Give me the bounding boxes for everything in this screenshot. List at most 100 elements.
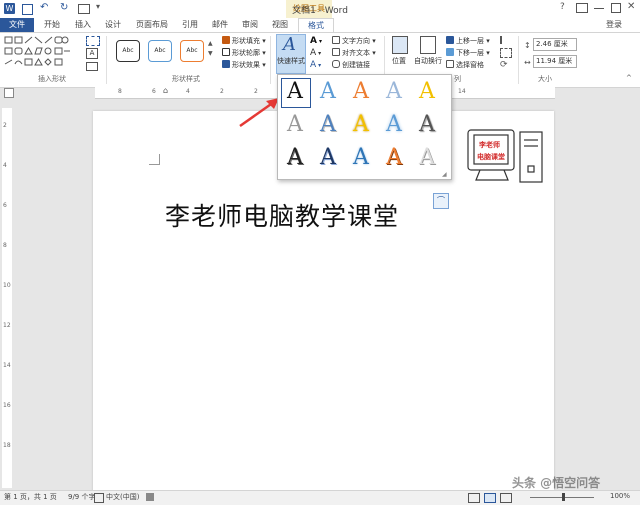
- word-app-icon: W: [4, 3, 15, 14]
- tab-view[interactable]: 视图: [268, 18, 292, 32]
- shape-effects-button[interactable]: 形状效果 ▾: [222, 60, 266, 70]
- bring-forward-icon: [446, 36, 454, 44]
- wordart-style-option[interactable]: A: [315, 78, 341, 106]
- view-read-icon[interactable]: [468, 493, 480, 503]
- help-icon[interactable]: ?: [560, 2, 565, 12]
- edit-shape-icon[interactable]: [86, 36, 100, 46]
- tab-file[interactable]: 文件: [0, 18, 34, 32]
- shape-effects-label: 形状效果: [232, 61, 260, 69]
- shape-merge-icon[interactable]: [86, 62, 98, 71]
- zoom-level[interactable]: 100%: [610, 492, 630, 500]
- align-text-label: 对齐文本: [342, 49, 370, 57]
- style-scroll-up-icon[interactable]: ▲: [208, 40, 213, 47]
- text-effects-icon[interactable]: A ▾: [310, 60, 321, 70]
- text-direction-button[interactable]: 文字方向 ▾: [332, 36, 376, 46]
- login-link[interactable]: 登录: [606, 19, 622, 30]
- send-backward-icon: [446, 48, 454, 56]
- wordart-style-option[interactable]: A: [282, 78, 308, 106]
- align-text-button[interactable]: 对齐文本 ▾: [332, 48, 376, 58]
- language[interactable]: 中文(中国): [106, 492, 139, 502]
- tab-layout[interactable]: 页面布局: [132, 18, 172, 32]
- wordart-style-option[interactable]: A: [282, 111, 308, 139]
- vruler-tick-label: 16: [3, 402, 11, 409]
- position-icon[interactable]: [392, 36, 408, 54]
- wordart-style-option[interactable]: A: [381, 111, 407, 139]
- text-fill-icon[interactable]: A ▾: [310, 36, 322, 46]
- proofing-icon[interactable]: [94, 493, 104, 503]
- create-link-button[interactable]: 创建链接: [332, 60, 370, 70]
- ruler-tick-label: 8: [118, 88, 122, 95]
- wordart-style-option[interactable]: A: [348, 144, 374, 172]
- ruler-corner-icon[interactable]: [4, 88, 14, 98]
- vruler-tick-label: 12: [3, 322, 11, 329]
- page-count[interactable]: 第 1 页，共 1 页: [4, 492, 57, 502]
- wordart-style-option[interactable]: A: [348, 78, 374, 106]
- maximize-icon[interactable]: [611, 3, 621, 13]
- vruler-tick-label: 2: [3, 122, 7, 129]
- macro-icon[interactable]: [146, 493, 154, 501]
- align-icon[interactable]: [500, 36, 512, 44]
- word-count[interactable]: 9/9 个字: [68, 492, 96, 502]
- zoom-slider-thumb[interactable]: [562, 493, 565, 501]
- close-icon[interactable]: ✕: [627, 1, 635, 12]
- more-icon[interactable]: ▾: [96, 2, 100, 11]
- style-scroll-down-icon[interactable]: ▼: [208, 50, 213, 57]
- selection-pane-button[interactable]: 选择窗格: [446, 60, 484, 70]
- link-icon: [332, 60, 340, 68]
- tab-insert[interactable]: 插入: [70, 18, 96, 32]
- wordart-style-option[interactable]: A: [381, 144, 407, 172]
- wordart-style-option[interactable]: A: [414, 78, 440, 106]
- wordart-style-option[interactable]: A: [414, 144, 440, 172]
- quick-styles-label: 快速样式: [277, 57, 305, 65]
- wrap-text-label: 自动换行: [414, 57, 442, 65]
- wordart-style-option[interactable]: A: [282, 144, 308, 172]
- shape-style-orange[interactable]: Abc: [180, 40, 204, 62]
- text-outline-icon[interactable]: A ▾: [310, 48, 321, 58]
- rotate-icon[interactable]: ⟳: [500, 60, 508, 70]
- redo-icon[interactable]: ↻: [60, 2, 68, 13]
- tab-design[interactable]: 设计: [100, 18, 126, 32]
- group-label-arrange: 列: [454, 75, 461, 83]
- tab-review[interactable]: 审阅: [238, 18, 262, 32]
- shape-style-blue[interactable]: Abc: [148, 40, 172, 62]
- vruler-tick-label: 6: [3, 202, 7, 209]
- tab-references[interactable]: 引用: [178, 18, 202, 32]
- wordart-style-option[interactable]: A: [414, 111, 440, 139]
- bring-forward-button[interactable]: 上移一层 ▾: [446, 36, 490, 46]
- layout-options-icon[interactable]: ⌒: [433, 193, 449, 209]
- vruler-tick-label: 8: [3, 242, 7, 249]
- width-field[interactable]: 11.94 厘米: [533, 55, 577, 68]
- minimize-icon[interactable]: [594, 8, 604, 9]
- ribbon-display-icon[interactable]: [576, 3, 588, 13]
- indent-marker-icon[interactable]: ⌂: [163, 86, 168, 95]
- wordart-style-option[interactable]: A: [315, 144, 341, 172]
- view-print-icon[interactable]: [484, 493, 496, 503]
- quick-print-icon[interactable]: [78, 4, 90, 14]
- group-icon[interactable]: [500, 48, 512, 58]
- undo-icon[interactable]: ↶: [40, 2, 48, 13]
- paint-bucket-icon: [222, 36, 230, 44]
- shape-fill-button[interactable]: 形状填充 ▾: [222, 36, 266, 46]
- gallery-resize-grip-icon[interactable]: ◢: [442, 171, 447, 178]
- group-separator: [106, 36, 107, 84]
- text-direction-label: 文字方向: [342, 37, 370, 45]
- shape-outline-label: 形状轮廓: [232, 49, 260, 57]
- shape-outline-button[interactable]: 形状轮廓 ▾: [222, 48, 266, 58]
- wrap-text-icon[interactable]: [420, 36, 436, 54]
- view-web-icon[interactable]: [500, 493, 512, 503]
- shapes-gallery[interactable]: [4, 36, 70, 70]
- tab-format[interactable]: 格式: [298, 18, 334, 33]
- wordart-style-option[interactable]: A: [381, 78, 407, 106]
- tab-mailings[interactable]: 邮件: [208, 18, 232, 32]
- save-icon[interactable]: [22, 4, 33, 15]
- wordart-style-option[interactable]: A: [348, 111, 374, 139]
- wordart-style-option[interactable]: A: [315, 111, 341, 139]
- vruler-tick-label: 14: [3, 362, 11, 369]
- document-heading-wordart[interactable]: 李老师电脑教学课堂: [165, 197, 399, 233]
- collapse-ribbon-icon[interactable]: ^: [626, 74, 632, 82]
- textbox-icon[interactable]: A: [86, 48, 98, 59]
- send-backward-button[interactable]: 下移一层 ▾: [446, 48, 490, 58]
- tab-home[interactable]: 开始: [38, 18, 66, 32]
- shape-style-black[interactable]: Abc: [116, 40, 140, 62]
- height-field[interactable]: 2.46 厘米: [533, 38, 577, 51]
